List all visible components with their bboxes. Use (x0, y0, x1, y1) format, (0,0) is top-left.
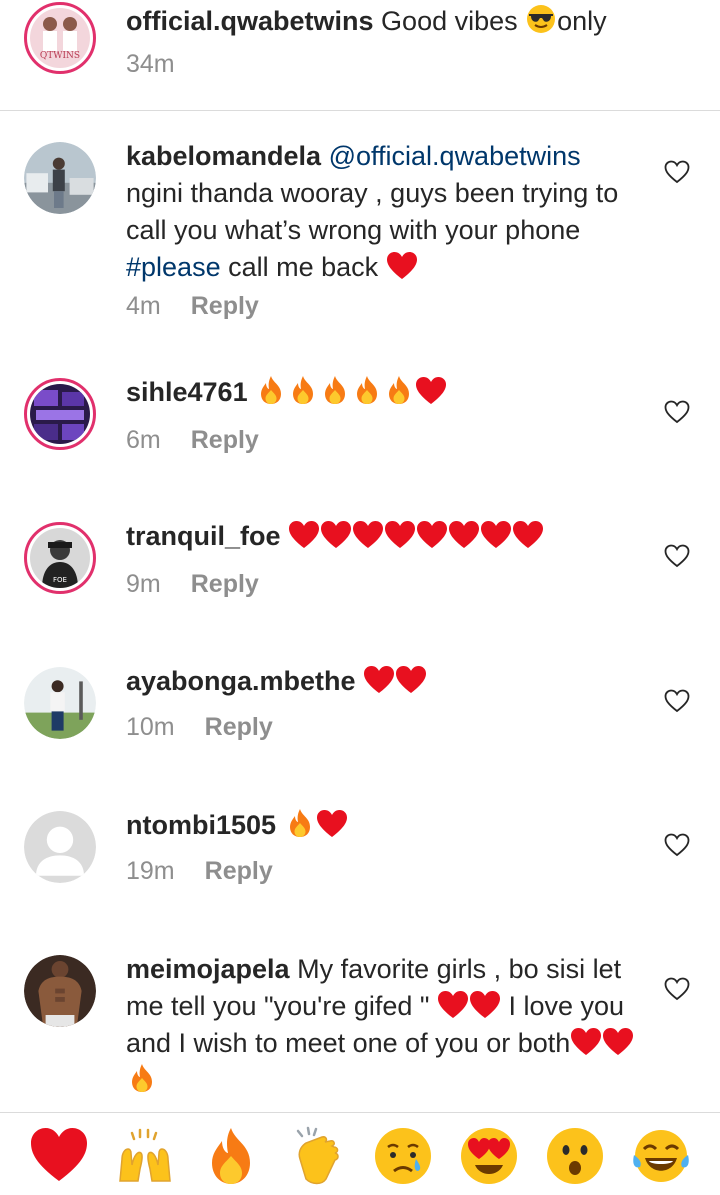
quick-reaction-bar (0, 1112, 720, 1195)
comment-body: ayabonga.mbethe (126, 663, 654, 700)
heart-emoji (386, 252, 417, 279)
comment-timestamp: 19m (126, 857, 175, 885)
comment-timestamp: 6m (126, 426, 161, 454)
comment-meta: 10m Reply (126, 713, 273, 742)
heart-emoji[interactable] (28, 1125, 90, 1187)
like-heart-icon[interactable] (664, 400, 690, 424)
commenter-avatar[interactable] (24, 667, 96, 739)
raising-hands-emoji[interactable] (114, 1125, 176, 1187)
heart-emoji (289, 521, 320, 548)
comment-body: tranquil_foe (126, 518, 654, 555)
fire-emoji (389, 376, 410, 404)
heart-emoji (385, 521, 416, 548)
heart-emoji (417, 521, 448, 548)
comment-hashtag[interactable]: #please (126, 252, 221, 282)
sunglasses-emoji (527, 5, 556, 33)
like-heart-icon[interactable] (664, 833, 690, 857)
heart-emoji (513, 521, 544, 548)
reply-button[interactable]: Reply (191, 426, 259, 454)
comment-body: ntombi1505 (126, 807, 654, 844)
heart-emoji (364, 666, 395, 693)
caption-author-avatar[interactable]: QTWINS (24, 2, 96, 74)
comment-emojis (284, 809, 348, 840)
post-caption: QTWINS official.qwabetwins Good vibes on… (0, 0, 720, 111)
comment-timestamp: 10m (126, 713, 175, 741)
fire-emoji (293, 376, 314, 404)
heart-emoji (396, 666, 427, 693)
comment-username[interactable]: meimojapela (126, 954, 290, 984)
comment-username[interactable]: ayabonga.mbethe (126, 666, 356, 696)
comment-timestamp: 9m (126, 570, 161, 598)
heart-emoji (321, 521, 352, 548)
comment-username[interactable]: kabelomandela (126, 141, 321, 171)
comment-meta: 9m Reply (126, 570, 259, 599)
avatar-logo-text: FOE (53, 576, 67, 584)
comment-username[interactable]: tranquil_foe (126, 521, 281, 551)
comment-text: ngini thanda wooray , guys been trying t… (126, 178, 619, 245)
caption-username[interactable]: official.qwabetwins (126, 6, 374, 36)
commenter-avatar[interactable] (24, 142, 96, 214)
comment-emojis (363, 666, 427, 696)
caption-timestamp: 34m (126, 50, 175, 78)
like-heart-icon[interactable] (664, 160, 690, 184)
comment-body: sihle4761 (126, 374, 654, 411)
caption-text-part: only (557, 6, 607, 36)
comment-username[interactable]: ntombi1505 (126, 810, 276, 840)
tears-of-joy-emoji[interactable] (630, 1125, 692, 1187)
commenter-avatar[interactable] (24, 378, 96, 450)
surprised-face-emoji[interactable] (544, 1125, 606, 1187)
reply-button[interactable]: Reply (191, 292, 259, 320)
commenter-avatar[interactable] (24, 811, 96, 883)
caption-text-part: Good vibes (373, 6, 526, 36)
fire-emoji (132, 1064, 152, 1092)
comment-emojis (255, 376, 447, 407)
reply-button[interactable]: Reply (205, 857, 273, 885)
reply-button[interactable]: Reply (191, 570, 259, 598)
caption-text: official.qwabetwins Good vibes only (126, 3, 686, 39)
comment-meta: 6m Reply (126, 426, 259, 455)
fire-emoji (289, 809, 310, 837)
comment-body: kabelomandela @official.qwabetwins ngini… (126, 138, 654, 286)
avatar-logo-text: QTWINS (40, 51, 80, 61)
comment-timestamp: 4m (126, 292, 161, 320)
crying-face-emoji[interactable] (372, 1125, 434, 1187)
fire-emoji[interactable] (200, 1125, 262, 1187)
fire-emoji (261, 376, 282, 404)
heart-emoji (469, 991, 500, 1018)
heart-emoji (449, 521, 480, 548)
fire-emoji (325, 376, 346, 404)
heart-emoji (571, 1028, 602, 1055)
commenter-avatar[interactable]: FOE (24, 522, 96, 594)
like-heart-icon[interactable] (664, 977, 690, 1001)
fire-emoji (357, 376, 378, 404)
comment-emojis (288, 521, 544, 551)
heart-emoji (416, 377, 447, 404)
heart-eyes-emoji[interactable] (458, 1125, 520, 1187)
reply-button[interactable]: Reply (205, 713, 273, 741)
comment-text: call me back (220, 252, 386, 282)
commenter-avatar[interactable] (24, 955, 96, 1027)
comment-mention[interactable]: @official.qwabetwins (329, 141, 581, 171)
comment-meta: 4m Reply (126, 292, 259, 321)
comment-meta: 19m Reply (126, 857, 273, 886)
comment-username[interactable]: sihle4761 (126, 377, 248, 407)
heart-emoji (603, 1028, 634, 1055)
clapping-hands-emoji[interactable] (286, 1125, 348, 1187)
comment-body: meimojapela My favorite girls , bo sisi … (126, 951, 654, 1099)
like-heart-icon[interactable] (664, 689, 690, 713)
heart-emoji (481, 521, 512, 548)
like-heart-icon[interactable] (664, 544, 690, 568)
heart-emoji (353, 521, 384, 548)
heart-emoji (316, 810, 347, 837)
heart-emoji (437, 991, 468, 1018)
